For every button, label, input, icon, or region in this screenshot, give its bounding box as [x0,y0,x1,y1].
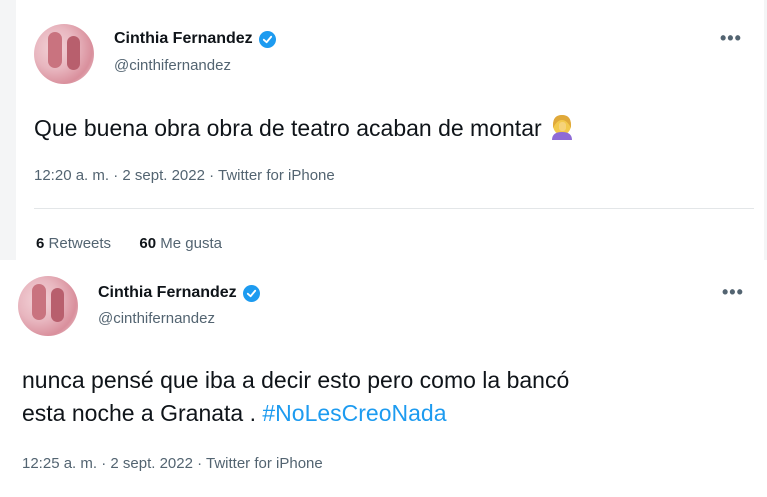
tweet-card-2[interactable]: Cinthia Fernandez @cinthifernandez ••• n… [0,260,767,497]
tweet-text: nunca pensé que iba a decir esto pero co… [22,364,569,430]
retweets-stat[interactable]: 6 Retweets [36,235,111,252]
likes-stat[interactable]: 60 Me gusta [139,235,222,252]
tweet-timestamp[interactable]: 12:25 a. m. · 2 sept. 2022 · Twitter for… [22,455,323,472]
author-name[interactable]: Cinthia Fernandez [98,284,237,302]
hashtag-link[interactable]: #NoLesCreoNada [262,400,446,426]
author-handle[interactable]: @cinthifernandez [98,310,215,327]
tweet-text-line-2-content: esta noche a Granata . [22,400,256,426]
author-handle[interactable]: @cinthifernandez [114,57,231,74]
tweet-text-content: Que buena obra obra de teatro acaban de … [34,115,542,141]
facepalm-woman-emoji-icon [550,114,574,140]
tweet-text-line-2: esta noche a Granata . #NoLesCreoNada [22,397,569,430]
tweet-card-1[interactable]: Cinthia Fernandez @cinthifernandez ••• Q… [16,0,764,268]
avatar[interactable] [18,276,78,336]
author-name[interactable]: Cinthia Fernandez [114,30,253,48]
tweet-timestamp[interactable]: 12:20 a. m. · 2 sept. 2022 · Twitter for… [34,167,335,184]
avatar[interactable] [34,24,94,84]
tweet-text: Que buena obra obra de teatro acaban de … [34,112,574,145]
divider [34,208,754,209]
verified-badge-icon [258,30,276,48]
author-name-row[interactable]: Cinthia Fernandez [114,30,276,48]
likes-count: 60 [139,235,157,252]
tweet-stats: 6 Retweets 60 Me gusta [36,235,222,252]
likes-label: Me gusta [160,235,222,252]
tweet-text-line-1: nunca pensé que iba a decir esto pero co… [22,367,570,393]
verified-badge-icon [242,284,260,302]
retweets-count: 6 [36,235,45,252]
more-options-icon[interactable]: ••• [720,28,742,49]
retweets-label: Retweets [48,235,112,252]
author-name-row[interactable]: Cinthia Fernandez [98,284,260,302]
more-options-icon[interactable]: ••• [722,282,744,303]
